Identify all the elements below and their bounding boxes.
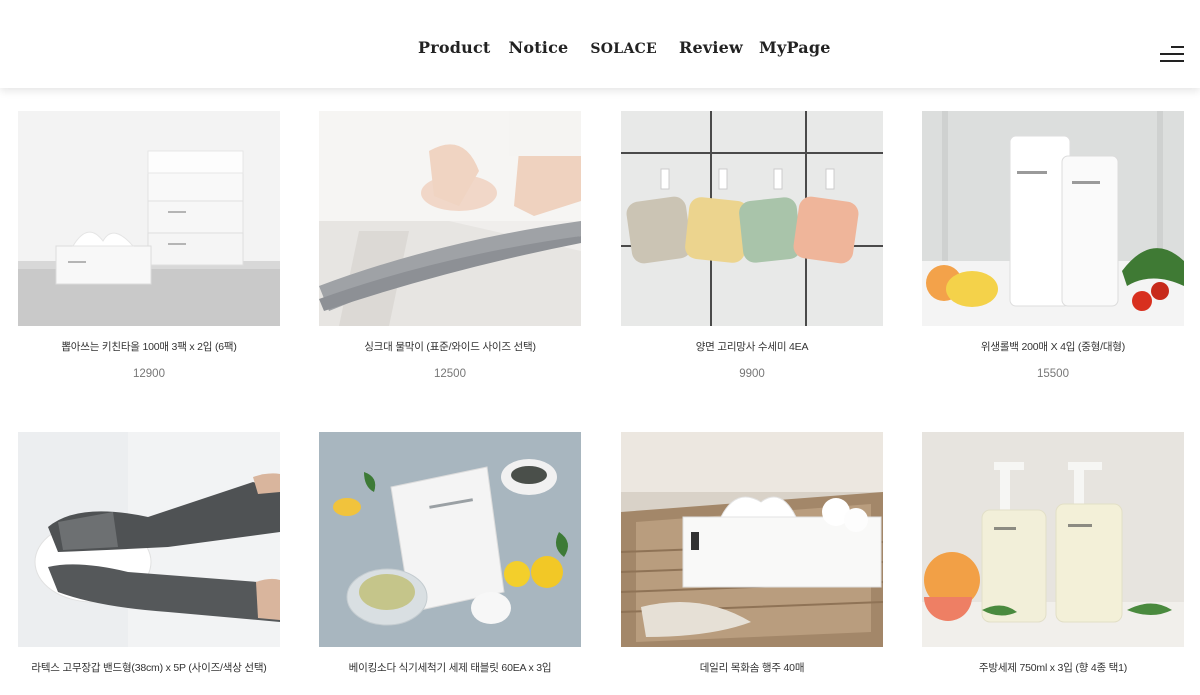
nav-mypage[interactable]: MyPage xyxy=(759,38,831,57)
hamburger-menu-icon[interactable] xyxy=(1160,46,1184,64)
product-image[interactable] xyxy=(18,111,280,326)
product-card[interactable]: 싱크대 물막이 (표준/와이드 사이즈 선택) 12500 xyxy=(319,111,581,380)
product-image[interactable] xyxy=(18,432,280,647)
product-name[interactable]: 주방세제 750ml x 3입 (향 4종 택1) xyxy=(922,660,1184,675)
product-name[interactable]: 라텍스 고무장갑 밴드형(38cm) x 5P (사이즈/색상 선택) xyxy=(18,660,280,675)
product-card[interactable]: 위생롤백 200매 X 4입 (중형/대형) 15500 xyxy=(922,111,1184,380)
product-card[interactable]: 데일리 목화솜 행주 40매 xyxy=(621,432,883,675)
site-header: Product Notice SOLACE Review MyPage xyxy=(0,0,1200,88)
product-name[interactable]: 데일리 목화솜 행주 40매 xyxy=(621,660,883,675)
product-card[interactable]: 주방세제 750ml x 3입 (향 4종 택1) xyxy=(922,432,1184,675)
product-image[interactable] xyxy=(621,432,883,647)
product-name[interactable]: 뽑아쓰는 키친타올 100매 3팩 x 2입 (6팩) xyxy=(18,339,280,354)
site-logo[interactable]: SOLACE xyxy=(590,41,657,57)
product-image[interactable] xyxy=(319,111,581,326)
nav-review[interactable]: Review xyxy=(679,38,743,57)
product-name[interactable]: 베이킹소다 식기세척기 세제 태블릿 60EA x 3입 xyxy=(319,660,581,675)
product-price: 9900 xyxy=(739,368,765,380)
product-image[interactable] xyxy=(922,432,1184,647)
product-name[interactable]: 위생롤백 200매 X 4입 (중형/대형) xyxy=(922,339,1184,354)
product-card[interactable]: 양면 고리망사 수세미 4EA 9900 xyxy=(621,111,883,380)
product-image[interactable] xyxy=(319,432,581,647)
product-grid: 뽑아쓰는 키친타올 100매 3팩 x 2입 (6팩) 12900 싱크대 물막… xyxy=(0,0,1200,695)
product-name[interactable]: 양면 고리망사 수세미 4EA xyxy=(621,339,883,354)
main-nav: Product Notice SOLACE Review MyPage xyxy=(418,38,831,57)
nav-notice[interactable]: Notice xyxy=(509,38,569,57)
product-card[interactable]: 뽑아쓰는 키친타올 100매 3팩 x 2입 (6팩) 12900 xyxy=(18,111,280,380)
product-price: 12900 xyxy=(133,368,165,380)
product-image[interactable] xyxy=(922,111,1184,326)
product-name[interactable]: 싱크대 물막이 (표준/와이드 사이즈 선택) xyxy=(319,339,581,354)
product-price: 15500 xyxy=(1037,368,1069,380)
product-image[interactable] xyxy=(621,111,883,326)
product-card[interactable]: 베이킹소다 식기세척기 세제 태블릿 60EA x 3입 xyxy=(319,432,581,675)
nav-product[interactable]: Product xyxy=(418,38,491,57)
product-price: 12500 xyxy=(434,368,466,380)
product-card[interactable]: 라텍스 고무장갑 밴드형(38cm) x 5P (사이즈/색상 선택) xyxy=(18,432,280,675)
